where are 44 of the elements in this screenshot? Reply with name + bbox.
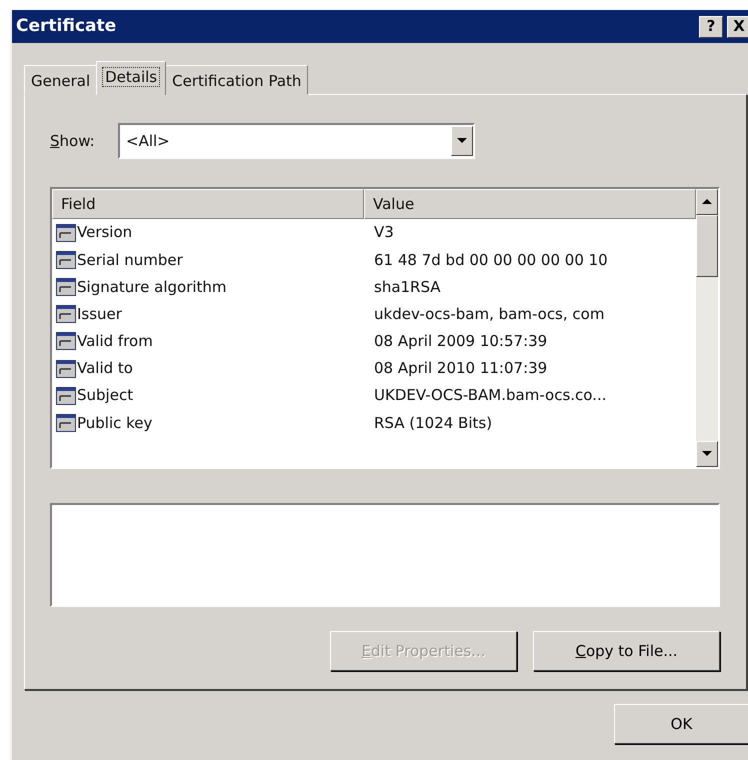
- field-icon: [56, 276, 76, 297]
- field-value: UKDEV-OCS-BAM.bam-ocs.co...: [373, 385, 606, 406]
- caret-down-icon: [702, 451, 712, 457]
- column-header[interactable]: Value: [364, 189, 696, 219]
- close-button[interactable]: X: [727, 16, 748, 38]
- column-header[interactable]: Field: [52, 189, 364, 219]
- field-icon: [56, 304, 76, 324]
- field-value: ukdev-ocs-bam, bam-ocs, com: [373, 304, 604, 325]
- tab[interactable]: Certification Path: [165, 65, 308, 95]
- scroll-thumb[interactable]: [696, 215, 718, 277]
- help-button[interactable]: ?: [699, 16, 723, 38]
- field-icon: [56, 386, 76, 406]
- field-name: Valid to: [77, 358, 133, 380]
- caret-down-icon: [457, 138, 467, 144]
- field-icon: [56, 331, 76, 352]
- ok-button[interactable]: OK: [614, 704, 748, 744]
- scroll-down-button[interactable]: [696, 441, 718, 467]
- tab[interactable]: General: [24, 65, 98, 95]
- caret-up-icon: [702, 199, 712, 205]
- field-value: RSA (1024 Bits): [373, 412, 492, 434]
- scrollbar[interactable]: [696, 189, 718, 467]
- show-label: Show:: [50, 130, 96, 152]
- field-name: Serial number: [77, 250, 183, 271]
- field-name: Version: [77, 222, 132, 244]
- field-value: 08 April 2010 11:07:39: [373, 358, 548, 380]
- field-icon: [56, 250, 76, 270]
- window-title: Certificate: [16, 14, 116, 38]
- show-dropdown[interactable]: <All>: [118, 123, 475, 159]
- field-name: Subject: [77, 385, 134, 406]
- dropdown-arrow-button[interactable]: [451, 126, 473, 156]
- field-name: Public key: [77, 412, 152, 434]
- field-value: V3: [373, 222, 394, 244]
- field-name: Signature algorithm: [77, 276, 227, 298]
- field-value: sha1RSA: [373, 276, 441, 298]
- tab[interactable]: Details: [96, 61, 166, 95]
- field-icon: [56, 412, 76, 433]
- field-value: 61 48 7d bd 00 00 00 00 00 10: [373, 250, 608, 271]
- field-value: 08 April 2009 10:57:39: [373, 331, 548, 352]
- field-icon: [56, 222, 76, 243]
- field-name: Issuer: [77, 304, 122, 325]
- scroll-up-button[interactable]: [696, 189, 718, 215]
- field-icon: [56, 358, 76, 379]
- copy-to-file-button[interactable]: Copy to File...: [533, 631, 720, 671]
- field-name: Valid from: [77, 331, 153, 352]
